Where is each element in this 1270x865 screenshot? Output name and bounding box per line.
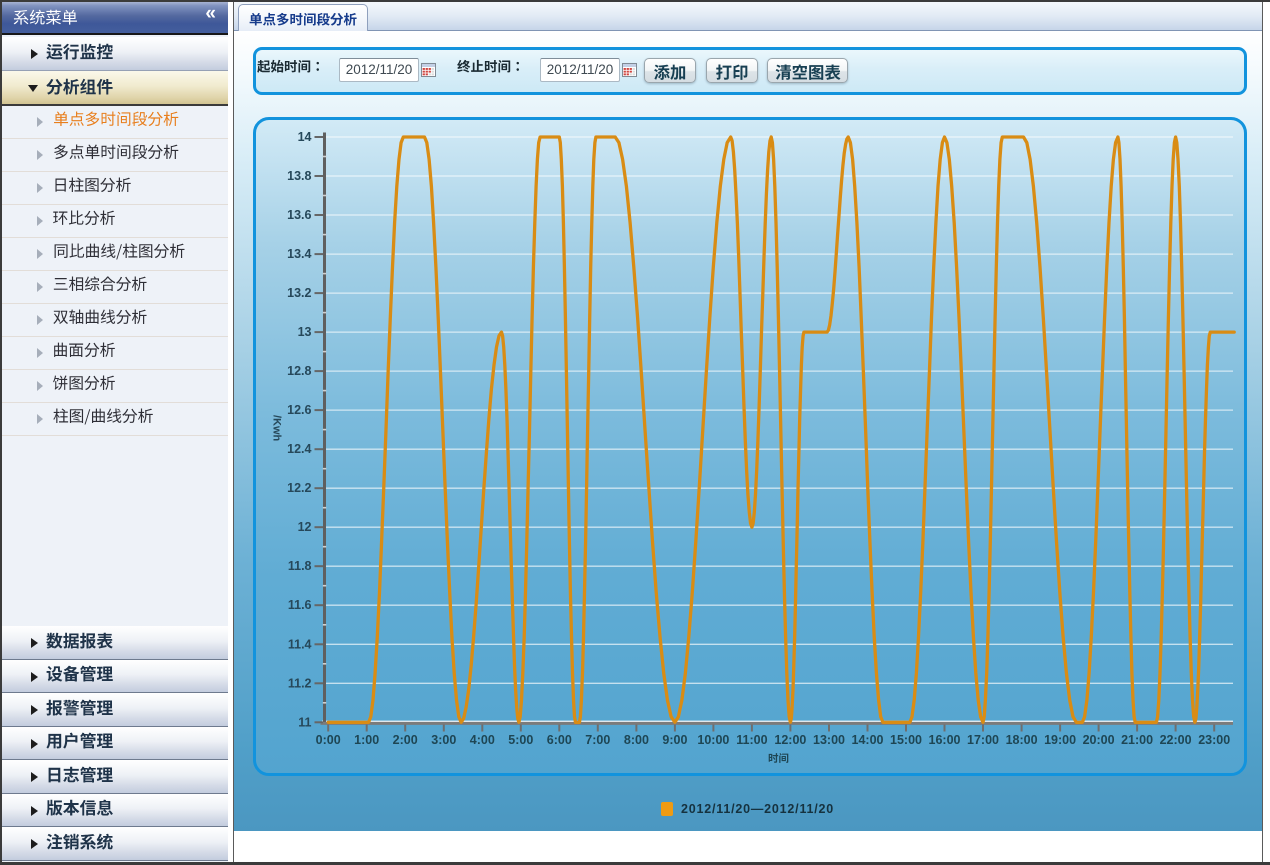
svg-text:20:00: 20:00 (1083, 733, 1115, 747)
svg-text:11.6: 11.6 (288, 598, 312, 612)
svg-text:1:00: 1:00 (354, 733, 379, 747)
svg-text:14: 14 (298, 130, 312, 144)
svg-text:12: 12 (298, 520, 312, 534)
svg-text:7:00: 7:00 (585, 733, 610, 747)
svg-text:13.8: 13.8 (287, 169, 311, 183)
svg-text:11.8: 11.8 (288, 559, 312, 573)
svg-text:12:00: 12:00 (774, 733, 806, 747)
svg-text:11.2: 11.2 (288, 676, 312, 690)
svg-text:10:00: 10:00 (697, 733, 729, 747)
svg-text:5:00: 5:00 (508, 733, 533, 747)
svg-text:3:00: 3:00 (431, 733, 456, 747)
svg-text:17:00: 17:00 (967, 733, 999, 747)
svg-text:13.6: 13.6 (287, 208, 311, 222)
svg-text:23:00: 23:00 (1198, 733, 1230, 747)
svg-text:14:00: 14:00 (852, 733, 884, 747)
svg-text:13.4: 13.4 (287, 247, 311, 261)
svg-text:11.4: 11.4 (288, 637, 312, 651)
svg-text:13.2: 13.2 (287, 286, 311, 300)
svg-text:12.2: 12.2 (287, 481, 311, 495)
svg-text:19:00: 19:00 (1044, 733, 1076, 747)
svg-text:12.4: 12.4 (287, 442, 311, 456)
svg-text:18:00: 18:00 (1006, 733, 1038, 747)
svg-text:16:00: 16:00 (929, 733, 961, 747)
svg-text:11:00: 11:00 (736, 733, 767, 747)
svg-text:4:00: 4:00 (470, 733, 495, 747)
svg-text:/Kwh: /Kwh (271, 415, 283, 442)
svg-text:15:00: 15:00 (890, 733, 922, 747)
svg-text:6:00: 6:00 (547, 733, 572, 747)
svg-text:21:00: 21:00 (1121, 733, 1153, 747)
svg-text:8:00: 8:00 (624, 733, 649, 747)
svg-text:22:00: 22:00 (1160, 733, 1192, 747)
svg-text:11: 11 (298, 715, 311, 729)
svg-text:13: 13 (298, 325, 312, 339)
svg-text:0:00: 0:00 (316, 733, 341, 747)
svg-text:13:00: 13:00 (813, 733, 845, 747)
svg-text:12.8: 12.8 (287, 364, 311, 378)
svg-text:12.6: 12.6 (287, 403, 311, 417)
svg-text:2:00: 2:00 (393, 733, 418, 747)
svg-text:9:00: 9:00 (662, 733, 687, 747)
